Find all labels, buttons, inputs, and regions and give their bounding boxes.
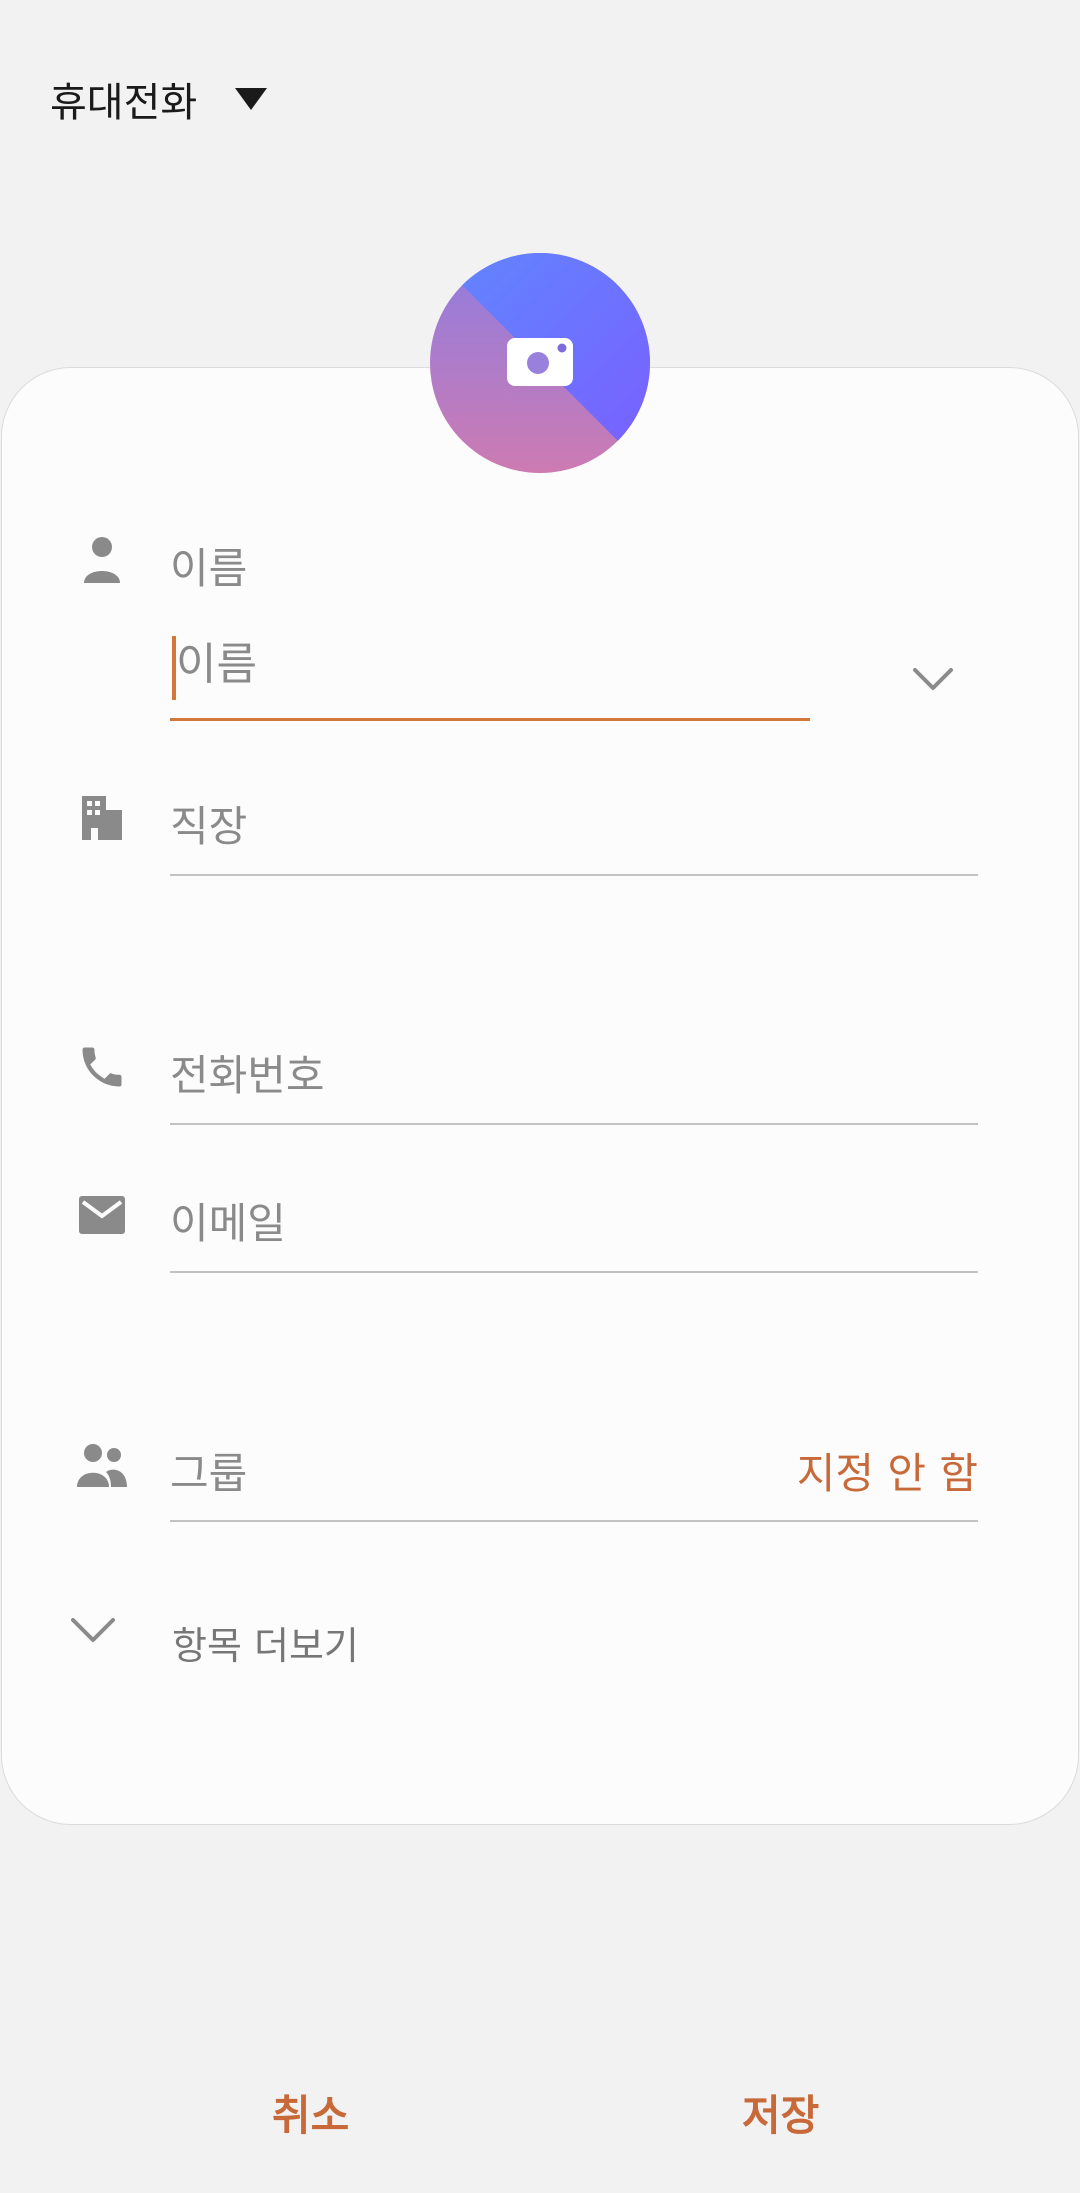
cancel-button[interactable]: 취소: [272, 2082, 349, 2143]
building-icon: [72, 788, 132, 848]
phone-underline: [170, 1123, 978, 1125]
more-fields-button[interactable]: 항목 더보기: [172, 1615, 359, 1670]
name-input-wrap: [170, 630, 810, 720]
group-value[interactable]: 지정 안 함: [797, 1440, 978, 1501]
phone-icon: [72, 1037, 132, 1097]
person-icon: [72, 530, 132, 590]
email-field[interactable]: 이메일: [170, 1190, 286, 1251]
phone-field[interactable]: 전화번호: [170, 1042, 325, 1103]
group-label: 그룹: [170, 1449, 248, 1498]
contact-form-card: [1, 367, 1079, 1825]
chevron-down-icon[interactable]: [905, 660, 961, 700]
storage-label: 휴대전화: [50, 80, 198, 126]
envelope-icon: [72, 1185, 132, 1245]
name-label: 이름: [170, 544, 248, 593]
add-photo-button[interactable]: [430, 253, 650, 473]
name-field[interactable]: [176, 634, 796, 694]
work-field[interactable]: 직장: [170, 793, 247, 854]
camera-icon: [507, 338, 573, 386]
name-underline: [170, 718, 810, 721]
group-underline: [170, 1520, 978, 1522]
storage-selector[interactable]: 휴대전화: [50, 70, 268, 128]
dropdown-caret-icon: [235, 88, 268, 110]
more-fields-icon[interactable]: [65, 1610, 121, 1650]
people-icon: [72, 1435, 132, 1495]
chevron-down-icon: [71, 1618, 115, 1642]
work-underline: [170, 874, 978, 876]
email-underline: [170, 1271, 978, 1273]
save-button[interactable]: 저장: [742, 2082, 819, 2143]
